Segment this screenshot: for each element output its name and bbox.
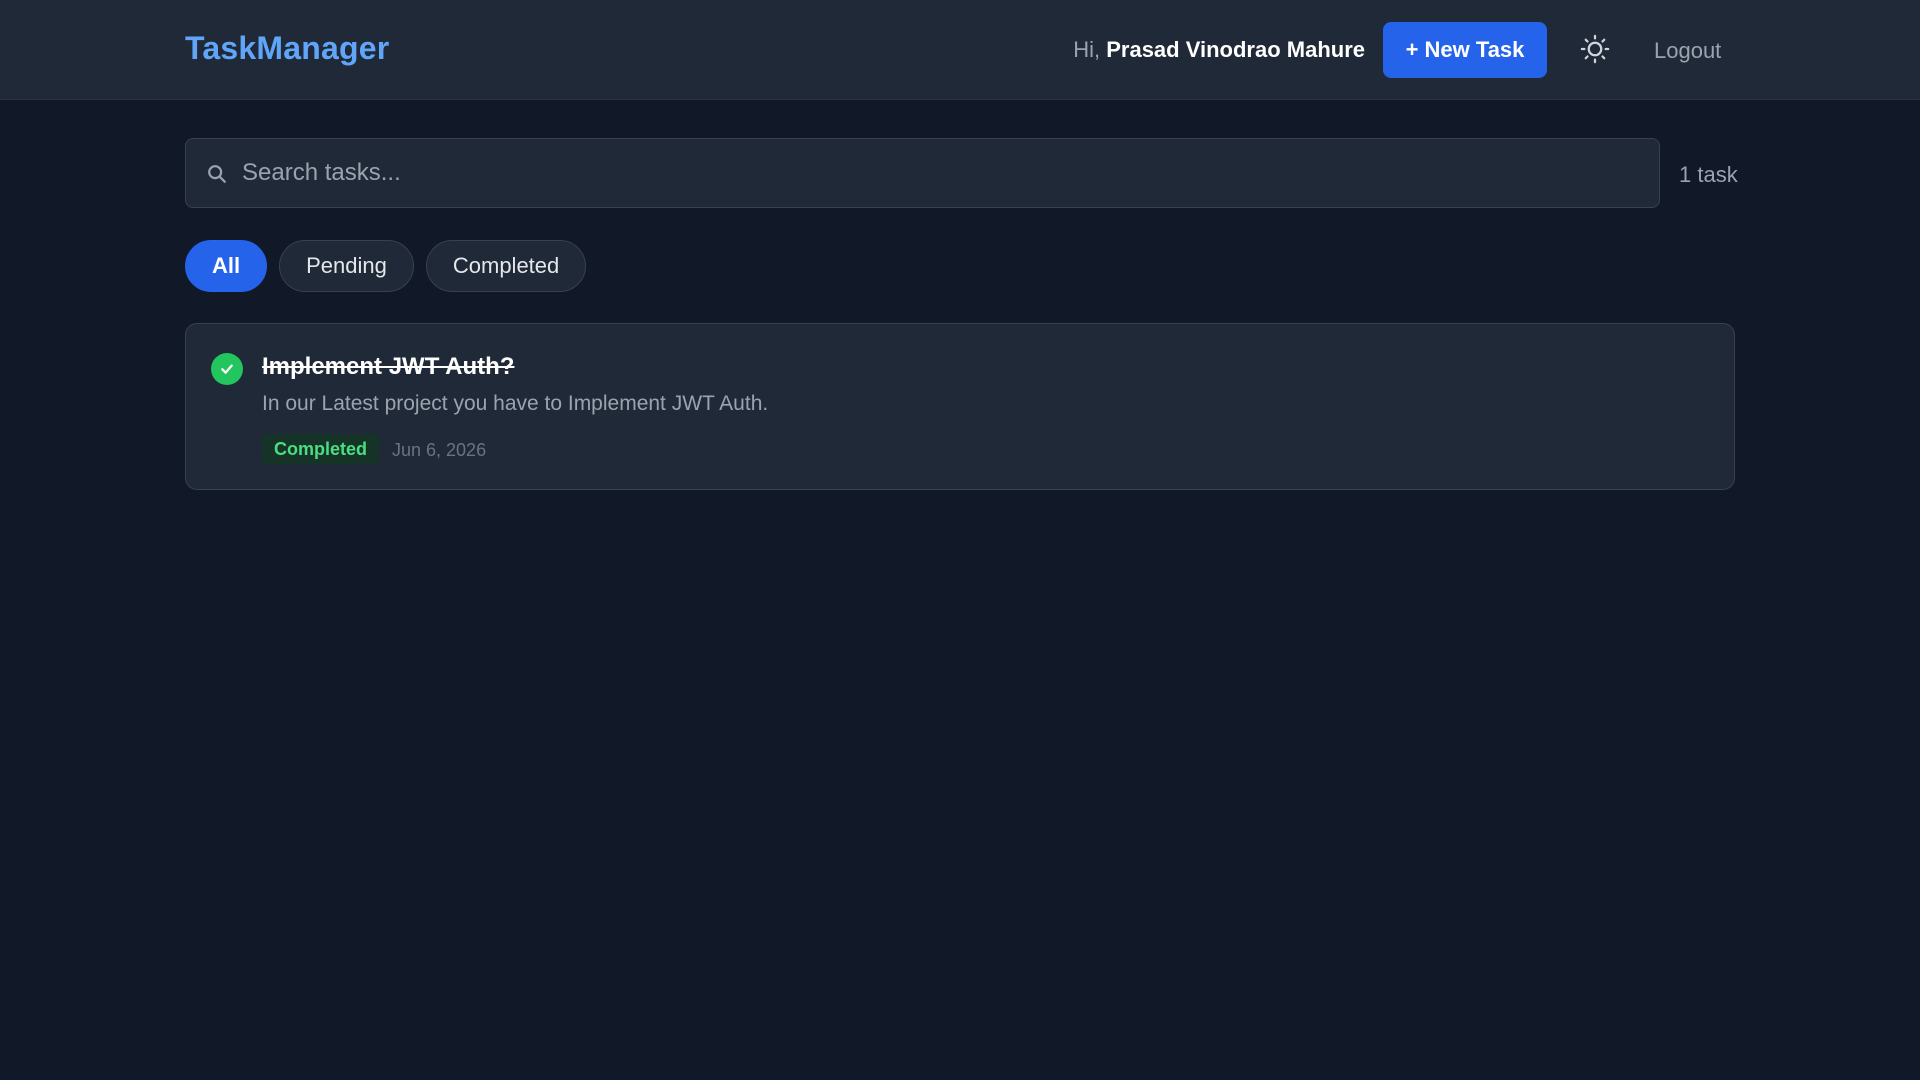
new-task-button[interactable]: + New Task bbox=[1383, 22, 1547, 78]
filter-tab-all[interactable]: All bbox=[185, 240, 268, 292]
task-card[interactable]: Implement JWT Auth? In our Latest projec… bbox=[185, 323, 1735, 490]
filter-tab-completed[interactable]: Completed bbox=[425, 240, 587, 292]
task-count: 1 task bbox=[1679, 162, 1738, 187]
theme-toggle-button[interactable] bbox=[1578, 32, 1612, 66]
search-icon bbox=[208, 165, 226, 183]
filter-tab-pending[interactable]: Pending bbox=[279, 240, 414, 292]
search-bar bbox=[185, 138, 1660, 208]
top-nav-bar: TaskManager Hi, Prasad Vinodrao Mahure +… bbox=[0, 0, 1920, 100]
task-date: Jun 6, 2026 bbox=[392, 440, 487, 460]
check-icon bbox=[221, 364, 233, 374]
search-input[interactable] bbox=[242, 139, 1642, 207]
user-name: Prasad Vinodrao Mahure bbox=[1106, 37, 1365, 62]
app-logo[interactable]: TaskManager bbox=[185, 30, 389, 67]
filter-tabs: All Pending Completed bbox=[185, 240, 587, 292]
user-greeting: Hi, Prasad Vinodrao Mahure bbox=[1073, 37, 1365, 63]
task-title: Implement JWT Auth? bbox=[262, 353, 515, 380]
task-complete-toggle[interactable] bbox=[211, 353, 243, 385]
logout-button[interactable]: Logout bbox=[1654, 38, 1721, 64]
sun-icon bbox=[1580, 34, 1610, 64]
task-description: In our Latest project you have to Implem… bbox=[262, 392, 769, 415]
greeting-prefix: Hi, bbox=[1073, 37, 1107, 62]
status-badge: Completed bbox=[262, 434, 380, 464]
